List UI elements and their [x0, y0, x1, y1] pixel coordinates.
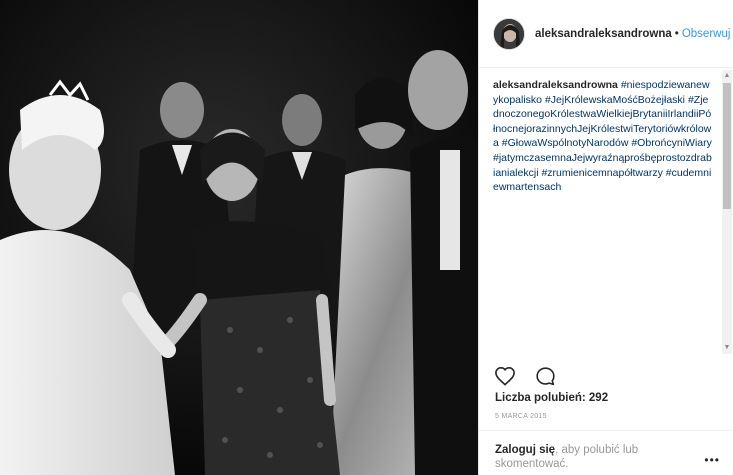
comment-button[interactable]	[533, 364, 557, 388]
comment-icon	[535, 366, 555, 385]
caption-area: aleksandraleksandrowna #niespodziewanewy…	[479, 68, 719, 356]
header-username[interactable]: aleksandraleksandrowna	[535, 28, 672, 40]
hashtag-link[interactable]: #JejKrólewskaMośćBożejłaski	[545, 94, 685, 106]
follow-button[interactable]: Obserwuj	[682, 28, 731, 40]
hashtag-link[interactable]: #GłowaWspólnotyNarodów	[502, 137, 629, 149]
scroll-down-arrow-icon[interactable]: ▼	[722, 342, 732, 354]
photo-image	[0, 0, 478, 475]
header-separator: •	[674, 27, 679, 40]
avatar[interactable]	[493, 17, 525, 50]
like-button[interactable]	[493, 364, 517, 388]
caption: aleksandraleksandrowna #niespodziewanewy…	[493, 78, 713, 195]
post-date: 5 MARCA 2015	[495, 413, 547, 420]
post-actions	[493, 364, 573, 388]
header-text: aleksandraleksandrowna • Obserwuj	[535, 28, 730, 40]
caption-username[interactable]: aleksandraleksandrowna	[493, 79, 618, 91]
post-side-panel: aleksandraleksandrowna • Obserwuj aleksand…	[478, 0, 733, 475]
heart-icon	[495, 366, 515, 386]
post-photo[interactable]	[0, 0, 478, 475]
login-prompt: Zaloguj się, aby polubić lub skomentować…	[479, 430, 733, 475]
scroll-up-arrow-icon[interactable]: ▲	[722, 70, 732, 82]
scroll-thumb[interactable]	[723, 83, 731, 209]
caption-scrollbar[interactable]: ▲ ▼	[722, 70, 732, 354]
hashtag-link[interactable]: #ObrońcyniWiary	[631, 137, 712, 149]
likes-count[interactable]: Liczba polubień: 292	[495, 392, 608, 404]
login-link[interactable]: Zaloguj się	[495, 444, 555, 456]
post-header: aleksandraleksandrowna • Obserwuj	[479, 0, 733, 68]
more-options-icon[interactable]: •••	[704, 453, 720, 467]
hashtag-link[interactable]: #zrumienicemnapółtwarzy	[541, 167, 662, 179]
avatar-image	[494, 18, 524, 49]
